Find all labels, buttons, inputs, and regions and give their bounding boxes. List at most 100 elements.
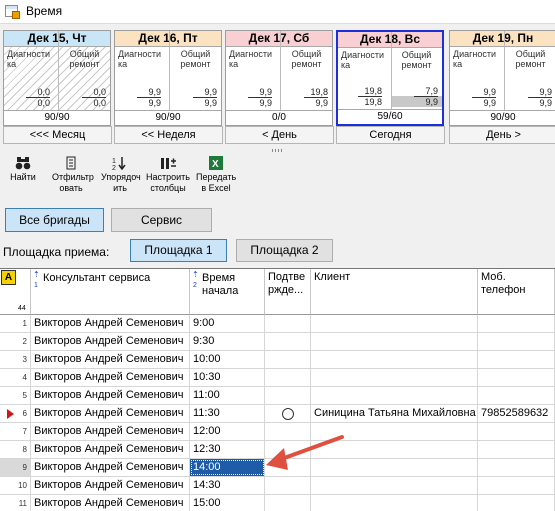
cell-consultant[interactable]: Викторов Андрей Семенович [31,423,190,440]
cell-time[interactable]: 11:30 [190,405,265,422]
cell-time[interactable]: 15:00 [190,495,265,511]
cell-phone[interactable] [478,369,555,386]
month-back-button[interactable]: <<< Месяц [3,126,112,144]
today-button[interactable]: Сегодня [336,126,445,144]
cell-confirmed[interactable] [265,405,311,422]
cell-confirmed[interactable] [265,315,311,332]
table-row[interactable]: 7 Викторов Андрей Семенович 12:00 [0,423,555,441]
week-back-button[interactable]: << Неделя [114,126,223,144]
cell-phone[interactable] [478,441,555,458]
cell-client[interactable] [311,441,478,458]
cell-confirmed[interactable] [265,333,311,350]
day-card-0[interactable]: Дек 15, Чт Диагности ка Общий ремонт 0,0… [3,30,111,126]
service-button[interactable]: Сервис [111,208,212,232]
table-row[interactable]: 5 Викторов Андрей Семенович 11:00 [0,387,555,405]
cell-phone[interactable] [478,333,555,350]
table-row[interactable]: 2 Викторов Андрей Семенович 9:30 [0,333,555,351]
cell-consultant[interactable]: Викторов Андрей Семенович [31,477,190,494]
column-header-phone[interactable]: Моб. телефон [478,269,555,315]
cell-phone[interactable] [478,387,555,404]
table-row[interactable]: 1 Викторов Андрей Семенович 9:00 [0,315,555,333]
cell-client[interactable] [311,495,478,511]
column-header-confirmed[interactable]: Подтве ржде... [265,269,311,315]
cell-client[interactable] [311,351,478,368]
day-card-2[interactable]: Дек 17, Сб Диагности ка Общий ремонт 9,9… [225,30,333,126]
row-number[interactable]: 7 [0,423,31,440]
row-number[interactable]: 3 [0,351,31,368]
cell-consultant[interactable]: Викторов Андрей Семенович [31,459,190,476]
cell-phone[interactable]: 79852589632 [478,405,555,422]
confirmed-radio-icon[interactable] [282,408,294,420]
cell-consultant[interactable]: Викторов Андрей Семенович [31,315,190,332]
site-2-button[interactable]: Площадка 2 [236,239,333,262]
row-number[interactable]: 6 [0,405,31,422]
day-card-1[interactable]: Дек 16, Пт Диагности ка Общий ремонт 9,9… [114,30,222,126]
cell-time[interactable]: 9:30 [190,333,265,350]
cell-time[interactable]: 9:00 [190,315,265,332]
cell-phone[interactable] [478,351,555,368]
column-header-consultant[interactable]: ⇡ 1 Консультант сервиса [31,269,190,315]
grid-corner[interactable]: A 44 [0,269,31,315]
table-row[interactable]: 10 Викторов Андрей Семенович 14:30 [0,477,555,495]
cell-consultant[interactable]: Викторов Андрей Семенович [31,405,190,422]
cell-time[interactable]: 12:00 [190,423,265,440]
day-forward-button[interactable]: День > [449,126,555,144]
cell-client[interactable] [311,477,478,494]
row-number[interactable]: 5 [0,387,31,404]
schedule-grid[interactable]: A 44 ⇡ 1 Консультант сервиса ⇡ 2 Время н… [0,268,555,511]
cell-consultant[interactable]: Викторов Андрей Семенович [31,369,190,386]
cell-client[interactable] [311,315,478,332]
cell-time[interactable]: 12:30 [190,441,265,458]
day-back-button[interactable]: < День [225,126,334,144]
row-number[interactable]: 8 [0,441,31,458]
cell-consultant[interactable]: Викторов Андрей Семенович [31,387,190,404]
table-row[interactable]: 6 Викторов Андрей Семенович 11:30 Синицина … [0,405,555,423]
row-number[interactable]: 1 [0,315,31,332]
configure-columns-button[interactable]: Настроить столбцы [144,156,192,194]
cell-confirmed[interactable] [265,441,311,458]
table-row[interactable]: 8 Викторов Андрей Семенович 12:30 [0,441,555,459]
cell-phone[interactable] [478,459,555,476]
table-row[interactable]: 3 Викторов Андрей Семенович 10:00 [0,351,555,369]
cell-consultant[interactable]: Викторов Андрей Семенович [31,495,190,511]
cell-phone[interactable] [478,495,555,511]
table-row[interactable]: 9 Викторов Андрей Семенович 14:00 [0,459,555,477]
cell-confirmed[interactable] [265,477,311,494]
cell-time[interactable]: 11:00 [190,387,265,404]
cell-client[interactable] [311,369,478,386]
table-row[interactable]: 11 Викторов Андрей Семенович 15:00 [0,495,555,511]
cell-phone[interactable] [478,315,555,332]
sort-button[interactable]: 12 Упорядоч ить [98,156,142,194]
row-number[interactable]: 11 [0,495,31,511]
column-header-time[interactable]: ⇡ 2 Время начала [190,269,265,315]
cell-client[interactable] [311,387,478,404]
cell-time[interactable]: 14:00 [190,459,265,476]
cell-confirmed[interactable] [265,423,311,440]
cell-consultant[interactable]: Викторов Андрей Семенович [31,351,190,368]
find-button[interactable]: Найти [8,156,38,183]
column-header-client[interactable]: Клиент [311,269,478,315]
cell-confirmed[interactable] [265,351,311,368]
day-card-4[interactable]: Дек 19, Пн Диагности ка Общий ремонт 9,9… [449,30,555,126]
row-number[interactable]: 2 [0,333,31,350]
cell-time[interactable]: 10:00 [190,351,265,368]
cell-phone[interactable] [478,423,555,440]
row-number[interactable]: 10 [0,477,31,494]
cell-client[interactable]: Синицина Татьяна Михайловна [311,405,478,422]
cell-time[interactable]: 14:30 [190,477,265,494]
cell-client[interactable] [311,423,478,440]
cell-client[interactable] [311,333,478,350]
filter-button[interactable]: Отфильтр овать [48,156,94,194]
cell-confirmed[interactable] [265,495,311,511]
table-row[interactable]: 4 Викторов Андрей Семенович 10:30 [0,369,555,387]
cell-phone[interactable] [478,477,555,494]
cell-consultant[interactable]: Викторов Андрей Семенович [31,333,190,350]
day-card-today[interactable]: Дек 18, Вс Диагности ка Общий ремонт 19,… [336,30,444,126]
cell-confirmed[interactable] [265,387,311,404]
all-brigades-button[interactable]: Все бригады [5,208,104,232]
cell-confirmed[interactable] [265,459,311,476]
cell-confirmed[interactable] [265,369,311,386]
row-number[interactable]: 4 [0,369,31,386]
row-number[interactable]: 9 [0,459,31,476]
export-excel-button[interactable]: X Передать в Excel [195,156,237,194]
